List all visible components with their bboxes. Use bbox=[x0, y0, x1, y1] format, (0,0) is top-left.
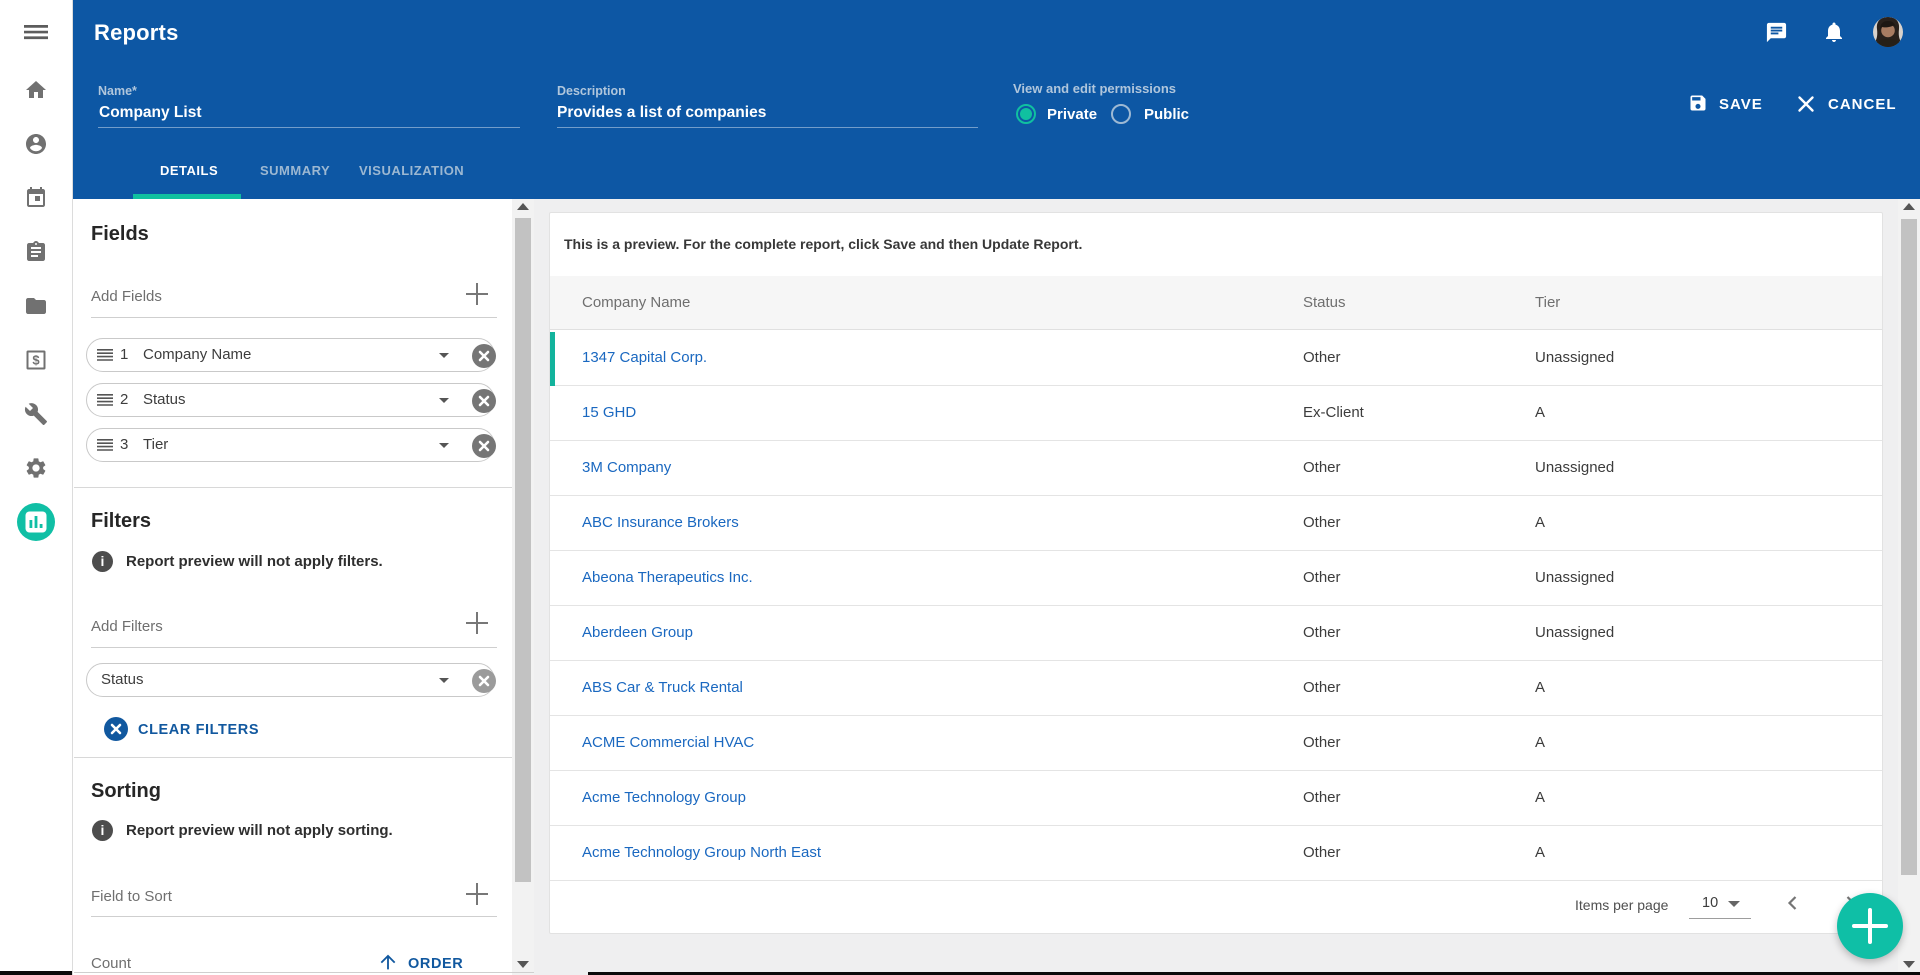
svg-text:$: $ bbox=[32, 353, 40, 368]
